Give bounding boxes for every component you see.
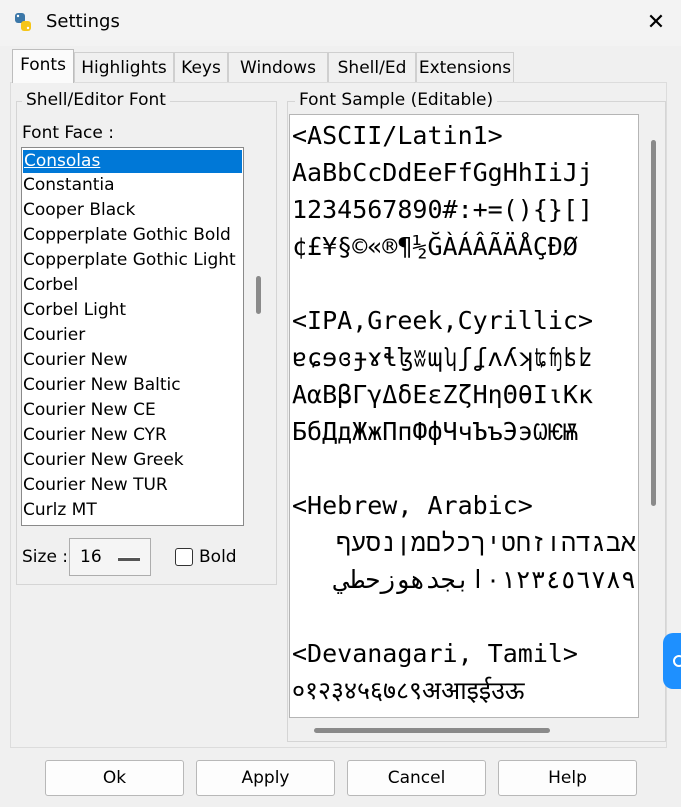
size-dropdown[interactable]: 16 [69, 538, 151, 576]
font-sample-text[interactable]: <ASCII/Latin1> AaBbCcDdEeFfGgHhIiJj 1234… [289, 114, 639, 718]
sample-line: אבגדהוזחטיךכלםמןנסעף [335, 528, 636, 557]
sample-line: 1234567890#:+=(){}[] [292, 195, 594, 224]
list-item[interactable]: Copperplate Gothic Bold [22, 223, 243, 248]
sample-line: <Devanagari, Tamil> [292, 639, 578, 668]
help-button[interactable]: Help [498, 760, 637, 796]
option-menu-indicator-icon [118, 557, 140, 561]
tab-windows[interactable]: Windows [228, 52, 328, 82]
bold-label: Bold [199, 547, 237, 567]
cancel-button[interactable]: Cancel [347, 760, 486, 796]
sample-line: ΑαΒβΓγΔδΕεΖζΗηΘθΙιΚκ [292, 380, 594, 409]
list-item[interactable]: Courier New CE [22, 398, 243, 423]
list-item[interactable]: Consolas [23, 150, 242, 173]
list-item[interactable]: Courier New CYR [22, 423, 243, 448]
list-item[interactable]: Courier [22, 323, 243, 348]
sample-line: ɐɕɘɞɟɤɬɮʬɰʮʃʆʌʎʞʨʩʪʫ [292, 343, 594, 372]
list-item[interactable]: Corbel [22, 273, 243, 298]
list-item[interactable]: Copperplate Gothic Light [22, 248, 243, 273]
tab-shell-ed[interactable]: Shell/Ed [328, 52, 416, 82]
font-list-scrollbar[interactable] [256, 276, 261, 314]
sample-line: ¢£¥§©«®¶½ĞÀÁÂÃÄÅÇÐØ [292, 232, 578, 261]
window-title: Settings [46, 11, 120, 32]
tab-highlights[interactable]: Highlights [74, 52, 174, 82]
list-item[interactable]: Courier New Baltic [22, 373, 243, 398]
list-item[interactable]: Courier New [22, 348, 243, 373]
font-group-label: Shell/Editor Font [22, 90, 170, 110]
sample-group-label: Font Sample (Editable) [295, 90, 498, 110]
sample-line: ٠١٢٣٤٥٦٧٨٩ابجدهوزحطي [334, 565, 636, 594]
list-item[interactable]: Cooper Black [22, 198, 243, 223]
apply-button[interactable]: Apply [196, 760, 335, 796]
ok-button[interactable]: Ok [45, 760, 184, 796]
close-icon[interactable]: ✕ [636, 4, 676, 42]
list-item[interactable]: Courier New Greek [22, 448, 243, 473]
sample-vertical-scrollbar[interactable] [651, 140, 656, 506]
tab-extensions[interactable]: Extensions [416, 52, 514, 82]
tab-fonts[interactable]: Fonts [12, 49, 74, 83]
sample-line: <IPA,Greek,Cyrillic> [292, 306, 594, 335]
sample-line: <Hebrew, Arabic> [292, 491, 533, 520]
title-bar[interactable]: Settings ✕ [0, 0, 681, 46]
tab-keys[interactable]: Keys [174, 52, 228, 82]
side-assistant-icon[interactable] [663, 633, 681, 689]
list-item[interactable]: Corbel Light [22, 298, 243, 323]
sample-line: БбДдЖжПпФфЧчЪъЭэѠѤѬ [292, 417, 578, 446]
settings-window: Settings ✕ Fonts Highlights Keys Windows… [0, 0, 681, 807]
list-item[interactable]: Courier New TUR [22, 473, 243, 498]
size-label: Size : [22, 547, 69, 567]
font-face-label: Font Face : [22, 123, 114, 143]
size-value: 16 [80, 547, 102, 567]
bold-checkbox[interactable] [175, 548, 193, 566]
sample-line: <ASCII/Latin1> [292, 121, 503, 150]
python-icon [15, 13, 31, 31]
sample-line: ०१२३४५६७८९अआइईउऊ [292, 676, 525, 705]
list-item[interactable]: Constantia [22, 173, 243, 198]
sample-horizontal-scrollbar[interactable] [314, 728, 550, 733]
font-face-list[interactable]: Consolas Constantia Cooper Black Copperp… [21, 147, 244, 526]
list-item[interactable]: Curlz MT [22, 498, 243, 523]
sample-line: AaBbCcDdEeFfGgHhIiJj [292, 158, 594, 187]
